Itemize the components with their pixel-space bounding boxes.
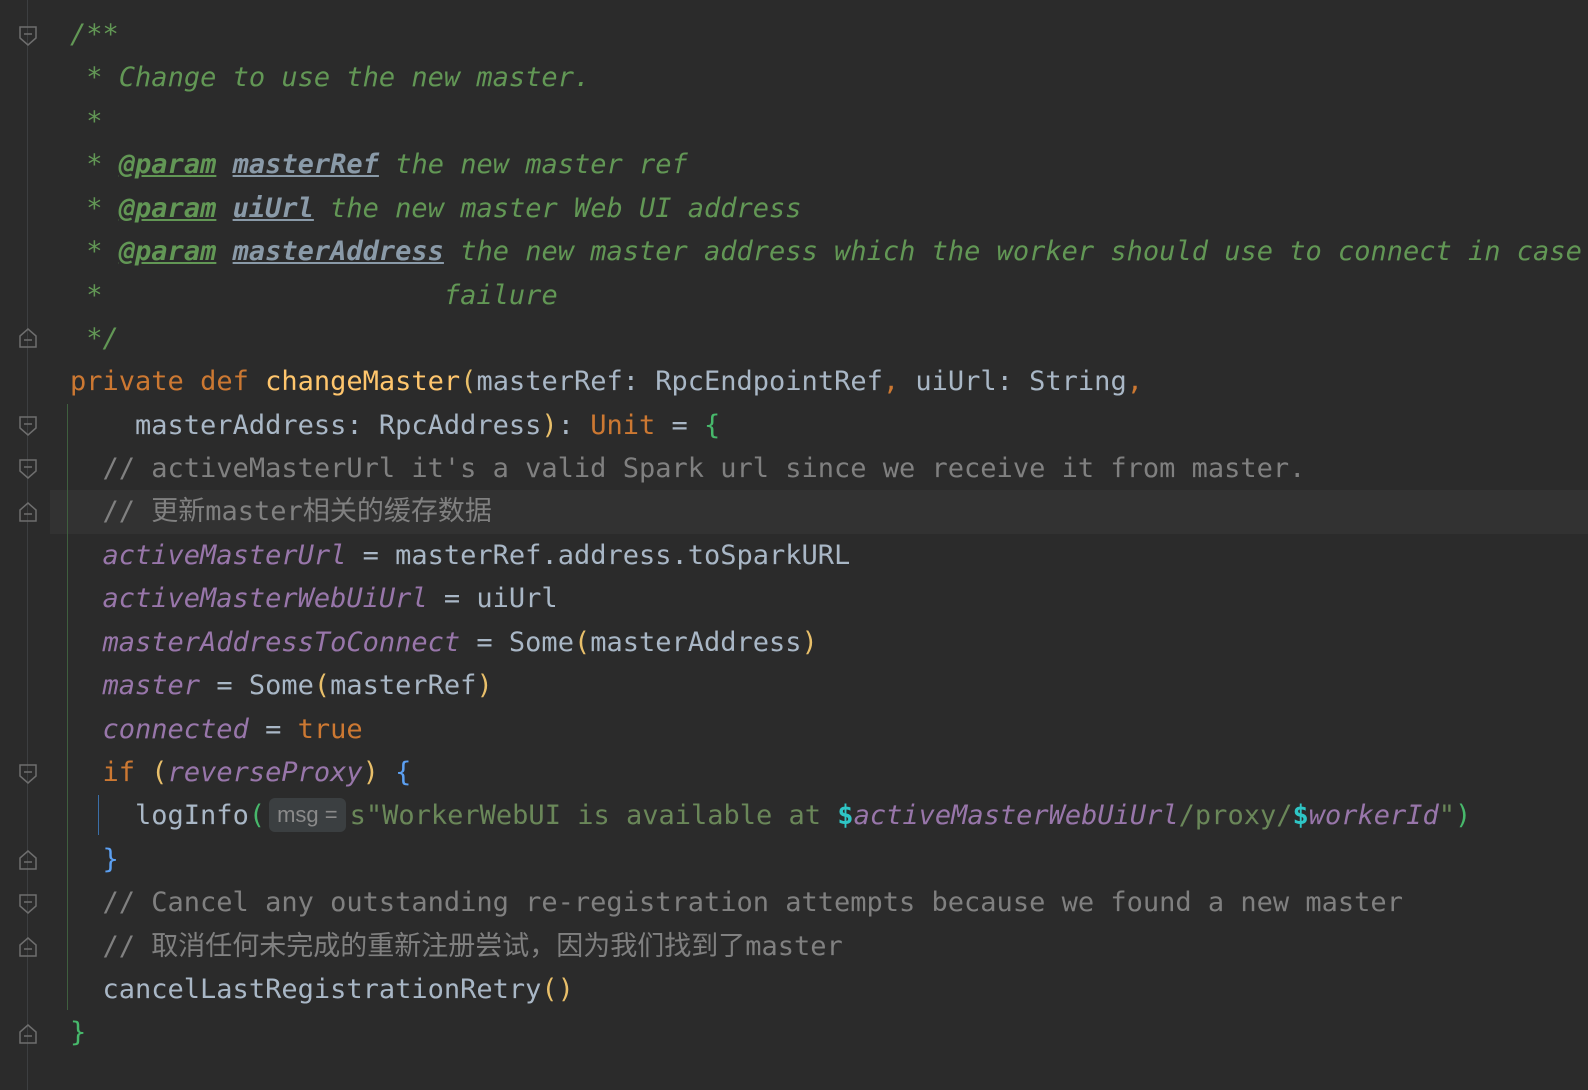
parameter: masterRef: RpcEndpointRef [476,366,883,397]
code-line[interactable]: cancelLastRegistrationRetry() [70,968,574,1012]
line-comment: // 更新master相关的缓存数据 [102,496,492,527]
doc-star: * [86,106,103,137]
parameter: uiUrl: String [915,366,1127,397]
param-tag[interactable]: @param [119,149,217,180]
field[interactable]: connected [103,714,249,745]
parameter: masterAddress: RpcAddress [135,410,542,441]
code-line[interactable]: logInfo(msg = s"WorkerWebUI is available … [70,794,1471,838]
gutter-border [27,0,28,1090]
code-line[interactable]: master = Some(masterRef) [70,664,493,708]
field[interactable]: reverseProxy [168,757,363,788]
parameter-hint: msg = [269,798,346,832]
code-line[interactable]: activeMasterUrl = masterRef.address.toSp… [70,534,851,578]
code-line[interactable]: masterAddress: RpcAddress): Unit = { [70,404,720,448]
expression: masterRef.address.toSparkURL [395,540,851,571]
keyword-private: private [70,366,184,397]
field[interactable]: activeMasterWebUiUrl [103,583,428,614]
return-type: Unit [590,410,656,441]
doc-star: * [86,62,103,93]
doc-star: * [86,236,103,267]
fold-collapse-icon[interactable] [19,764,37,784]
fold-end-icon[interactable] [19,937,37,957]
code-line[interactable]: masterAddressToConnect = Some(masterAddr… [70,621,818,665]
code-line[interactable]: // 更新master相关的缓存数据 [70,490,492,534]
fold-collapse-icon[interactable] [19,416,37,436]
field[interactable]: master [103,670,201,701]
doc-comment-close: */ [86,323,119,354]
fold-collapse-icon[interactable] [19,894,37,914]
interpolated-field[interactable]: workerId [1309,800,1439,831]
code-line[interactable]: // activeMasterUrl it's a valid Spark ur… [70,447,1306,491]
code-line[interactable]: * @param uiUrl the new master Web UI add… [70,187,802,231]
keyword-if: if [102,757,136,788]
boolean-literal: true [297,714,363,745]
param-description: the new master Web UI address [330,193,802,224]
method-call[interactable]: cancelLastRegistrationRetry [103,974,542,1005]
code-line[interactable]: } [70,838,119,882]
param-tag[interactable]: @param [119,236,217,267]
code-editor[interactable]: /** * Change to use the new master. * * … [0,0,1588,1090]
code-line[interactable]: /** [70,13,119,57]
param-name[interactable]: masterRef [233,149,379,180]
param-name[interactable]: uiUrl [233,193,314,224]
fold-collapse-icon[interactable] [19,459,37,479]
code-line[interactable]: * [70,100,103,144]
fold-end-icon[interactable] [19,328,37,348]
line-comment: // 取消任何未完成的重新注册尝试，因为我们找到了master [102,931,843,962]
doc-star: * [86,149,103,180]
code-line[interactable]: * @param masterRef the new master ref [70,143,688,187]
param-description: the new master address which the worker … [460,236,1588,267]
interpolated-field[interactable]: activeMasterWebUiUrl [854,800,1179,831]
method-call[interactable]: logInfo [135,800,249,831]
line-comment: // activeMasterUrl it's a valid Spark ur… [102,453,1306,484]
keyword-def: def [200,366,249,397]
doc-description: Change to use the new master. [118,62,591,93]
fold-end-icon[interactable] [19,850,37,870]
field[interactable]: masterAddressToConnect [103,627,461,658]
fold-collapse-icon[interactable] [19,26,37,46]
param-tag[interactable]: @param [119,193,217,224]
doc-star: * [86,280,103,311]
code-line[interactable]: * Change to use the new master. [70,56,590,100]
code-line[interactable]: * @param masterAddress the new master ad… [70,230,1588,274]
code-line[interactable]: activeMasterWebUiUrl = uiUrl [70,577,558,621]
code-line[interactable]: if (reverseProxy) { [70,751,412,795]
line-comment: // Cancel any outstanding re-registratio… [102,887,1403,918]
param-name[interactable]: masterAddress [233,236,444,267]
expression: uiUrl [476,583,558,614]
param-description: the new master ref [395,149,688,180]
doc-comment-open: /** [70,19,119,50]
doc-star: * [86,193,103,224]
code-line[interactable]: */ [70,317,119,361]
code-line[interactable]: private def changeMaster(masterRef: RpcE… [70,360,1143,404]
fold-end-icon[interactable] [19,502,37,522]
indent-guide [67,404,68,1010]
code-line[interactable]: connected = true [70,708,363,752]
code-line[interactable]: // Cancel any outstanding re-registratio… [70,881,1403,925]
function-name[interactable]: changeMaster [265,366,460,397]
param-description-continuation: failure [443,280,558,311]
editor-gutter [0,0,50,1090]
code-line[interactable]: } [70,1011,86,1055]
field[interactable]: activeMasterUrl [103,540,347,571]
code-line[interactable]: * failure [70,274,558,318]
code-line[interactable]: // 取消任何未完成的重新注册尝试，因为我们找到了master [70,925,843,969]
fold-end-icon[interactable] [19,1024,37,1044]
